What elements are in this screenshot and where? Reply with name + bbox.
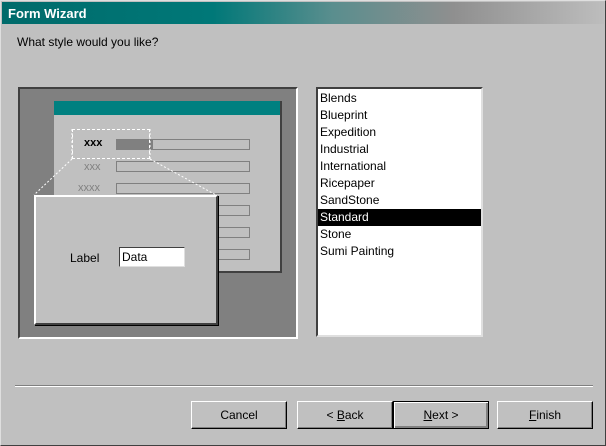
list-item-ricepaper[interactable]: Ricepaper [318,175,481,192]
list-item-sumi-painting[interactable]: Sumi Painting [318,243,481,260]
list-item-blends[interactable]: Blends [318,90,481,107]
window-title: Form Wizard [8,5,87,21]
finish-button-rest: inish [536,408,562,422]
next-button-rest: ext > [432,408,459,422]
cancel-button[interactable]: Cancel [191,401,287,429]
next-button-accel: N [423,408,433,422]
list-item-expedition[interactable]: Expedition [318,124,481,141]
preview-zoom-data: Data [119,247,185,267]
list-item-industrial[interactable]: Industrial [318,141,481,158]
back-button-accel: B [336,408,345,422]
back-button[interactable]: < Back [297,401,393,429]
list-item-standard[interactable]: Standard [318,209,481,226]
back-button-prefix: < [326,408,337,422]
list-item-blueprint[interactable]: Blueprint [318,107,481,124]
cancel-button-label: Cancel [220,408,258,422]
list-item-international[interactable]: International [318,158,481,175]
preview-zoom-box: Label Data [34,195,218,325]
title-bar: Form Wizard [2,2,604,24]
style-preview: xxx xxx xxxx Label Data [18,87,298,339]
form-wizard-window: Form Wizard What style would you like? x… [0,0,606,446]
style-listbox[interactable]: Blends Blueprint Expedition Industrial I… [316,87,483,337]
finish-button[interactable]: Finish [497,401,593,429]
finish-button-accel: F [528,408,537,422]
preview-zoom-label: Label [70,251,100,265]
list-item-stone[interactable]: Stone [318,226,481,243]
style-question: What style would you like? [17,35,159,49]
list-item-sandstone[interactable]: SandStone [318,192,481,209]
back-button-rest: ack [344,408,364,422]
next-button[interactable]: Next > [393,401,489,429]
button-separator [15,385,593,387]
